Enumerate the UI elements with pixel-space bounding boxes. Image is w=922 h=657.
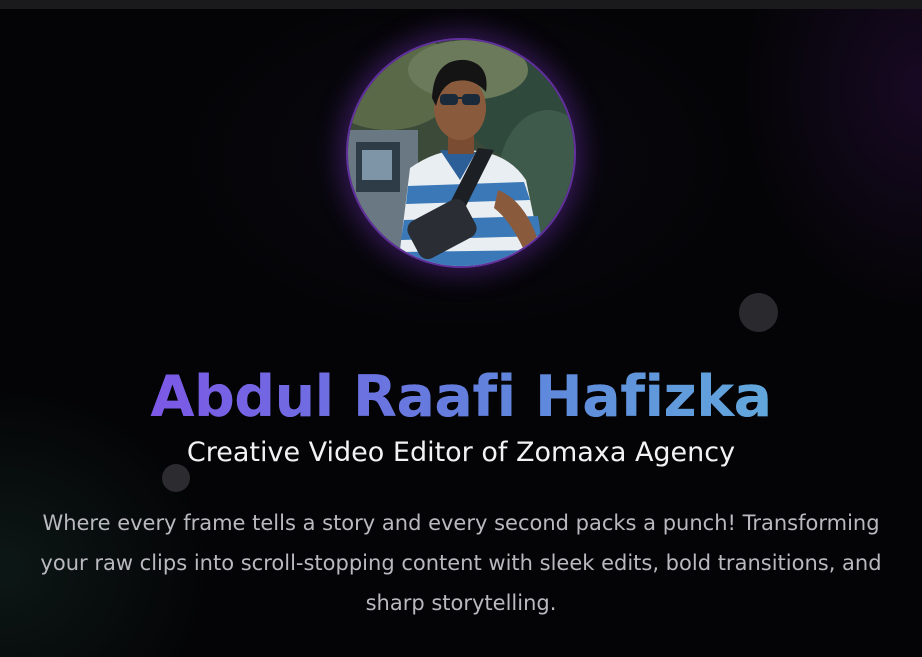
decorative-dot [739, 293, 778, 332]
profile-title: Creative Video Editor of Zomaxa Agency [186, 437, 736, 468]
top-bar [0, 0, 922, 9]
profile-photo-icon [348, 40, 574, 266]
avatar [348, 40, 574, 266]
profile-name: Abdul Raafi Hafizka [0, 362, 922, 432]
hero-section: Abdul Raafi Hafizka Creative Video Edito… [0, 9, 922, 657]
profile-description: Where every frame tells a story and ever… [40, 511, 882, 615]
